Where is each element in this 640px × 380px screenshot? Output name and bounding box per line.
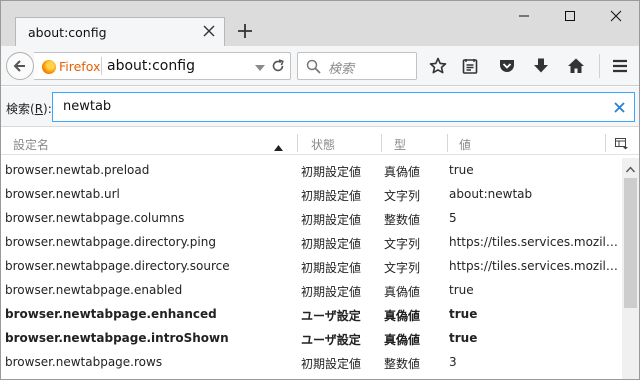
- table-row[interactable]: browser.newtabpage.rows 初期設定値 整数値 3: [1, 350, 621, 374]
- firefox-logo-icon: [42, 60, 56, 74]
- table-row[interactable]: browser.newtab.preload 初期設定値 真偽値 true: [1, 158, 621, 182]
- column-header-value[interactable]: 値: [459, 136, 471, 153]
- back-arrow-icon: [12, 58, 28, 77]
- search-placeholder: 検索: [328, 62, 355, 77]
- pref-type: 整数値: [384, 357, 421, 371]
- maximize-icon[interactable]: [559, 5, 581, 27]
- pref-type: 文字列: [384, 237, 421, 251]
- scroll-up-arrow-icon[interactable]: [625, 162, 636, 173]
- filter-row: 検索(R): newtab: [1, 87, 639, 127]
- vertical-scrollbar[interactable]: [622, 158, 639, 379]
- column-picker-icon[interactable]: [614, 136, 628, 150]
- pref-type: 真偽値: [384, 333, 421, 347]
- pref-name: browser.newtab.preload: [5, 163, 150, 177]
- filter-value: newtab: [63, 99, 112, 114]
- download-icon[interactable]: [532, 57, 550, 75]
- pref-status: 初期設定値: [301, 213, 362, 227]
- pref-type: 真偽値: [384, 309, 421, 323]
- chevron-down-icon[interactable]: [254, 62, 266, 72]
- pref-name: browser.newtabpage.columns: [5, 211, 185, 225]
- back-button[interactable]: [6, 52, 34, 80]
- pref-name: browser.newtabpage.enabled: [5, 283, 183, 297]
- close-icon[interactable]: [200, 22, 218, 40]
- column-separator[interactable]: [381, 134, 382, 152]
- scrollbar-thumb[interactable]: [624, 178, 637, 308]
- pref-value: https://tiles.services.mozilla.co...: [449, 259, 621, 273]
- pocket-icon[interactable]: [498, 57, 516, 75]
- reload-icon[interactable]: [270, 58, 286, 74]
- sort-ascending-icon[interactable]: [274, 140, 283, 151]
- column-separator[interactable]: [447, 134, 448, 152]
- pref-status: 初期設定値: [301, 165, 362, 179]
- pref-status: 初期設定値: [301, 285, 362, 299]
- column-header-type[interactable]: 型: [394, 136, 406, 153]
- table-row[interactable]: browser.newtabpage.columns 初期設定値 整数値 5: [1, 206, 621, 230]
- pref-type: 文字列: [384, 189, 421, 203]
- tab-title: about:config: [28, 25, 107, 40]
- pref-status: 初期設定値: [301, 357, 362, 371]
- filter-input[interactable]: newtab: [52, 92, 635, 122]
- pref-name: browser.newtabpage.rows: [5, 355, 163, 369]
- table-row[interactable]: browser.newtabpage.introShown ユーザ設定 真偽値 tru…: [1, 326, 621, 350]
- pref-name: browser.newtabpage.introShown: [5, 331, 229, 345]
- pref-type: 真偽値: [384, 165, 421, 179]
- pref-status: 初期設定値: [301, 237, 362, 251]
- tab-about-config[interactable]: about:config: [15, 17, 225, 47]
- pref-type: 真偽値: [384, 285, 421, 299]
- url-bar[interactable]: Firefox about:config: [34, 52, 291, 80]
- navigation-toolbar: Firefox about:config 検索: [1, 46, 639, 86]
- pref-name: browser.newtabpage.directory.source: [5, 259, 230, 273]
- pref-value: https://tiles.services.mozilla.co...: [449, 235, 621, 249]
- about-config-page: 検索(R): newtab 設定名 状態 型 値 browser.newtab.…: [1, 87, 639, 379]
- url-text[interactable]: about:config: [107, 58, 195, 74]
- pref-type: 文字列: [384, 261, 421, 275]
- pref-value: true: [449, 283, 474, 297]
- table-row[interactable]: browser.newtab.url 初期設定値 文字列 about:newtab: [1, 182, 621, 206]
- column-header-name[interactable]: 設定名: [13, 136, 49, 153]
- search-bar[interactable]: 検索: [297, 52, 417, 80]
- close-icon[interactable]: [605, 5, 627, 27]
- column-header-status[interactable]: 状態: [311, 136, 335, 153]
- minimize-icon[interactable]: [513, 5, 535, 27]
- pref-value: true: [449, 163, 474, 177]
- title-bar: about:config: [1, 1, 639, 47]
- table-row[interactable]: browser.newtabpage.enhanced ユーザ設定 真偽値 true: [1, 302, 621, 326]
- pref-status: 初期設定値: [301, 261, 362, 275]
- reading-list-icon[interactable]: [461, 57, 479, 75]
- home-icon[interactable]: [567, 57, 585, 75]
- pref-name: browser.newtabpage.enhanced: [5, 307, 217, 321]
- table-row[interactable]: browser.newtabpage.directory.source 初期設定値…: [1, 254, 621, 278]
- pref-status: ユーザ設定: [301, 309, 361, 323]
- identity-label[interactable]: Firefox: [59, 59, 100, 74]
- column-separator[interactable]: [297, 134, 298, 152]
- column-separator[interactable]: [605, 134, 606, 152]
- clear-icon[interactable]: [613, 101, 626, 114]
- table-row[interactable]: browser.newtabpage.enabled 初期設定値 真偽値 true: [1, 278, 621, 302]
- search-icon: [306, 59, 321, 74]
- browser-window: about:config Firefox about:config 検索 検索(…: [1, 1, 639, 379]
- config-table: browser.newtab.preload 初期設定値 真偽値 true browse…: [1, 158, 621, 379]
- pref-value: true: [449, 331, 478, 345]
- toolbar-divider: [599, 54, 600, 78]
- pref-value: 5: [449, 211, 457, 225]
- table-row[interactable]: browser.newtabpage.directory.ping 初期設定値 文字…: [1, 230, 621, 254]
- pref-value: about:newtab: [449, 187, 533, 201]
- pref-name: browser.newtab.url: [5, 187, 120, 201]
- column-header-row: 設定名 状態 型 値: [1, 131, 639, 155]
- star-icon[interactable]: [429, 57, 447, 75]
- pref-value: 3: [449, 355, 457, 369]
- url-separator: [101, 57, 102, 75]
- plus-icon[interactable]: [235, 21, 255, 41]
- pref-status: ユーザ設定: [301, 333, 361, 347]
- pref-value: true: [449, 307, 478, 321]
- pref-name: browser.newtabpage.directory.ping: [5, 235, 216, 249]
- pref-type: 整数値: [384, 213, 421, 227]
- filter-label: 検索(R):: [6, 102, 52, 116]
- pref-status: 初期設定値: [301, 189, 362, 203]
- hamburger-menu-icon[interactable]: [611, 57, 629, 75]
